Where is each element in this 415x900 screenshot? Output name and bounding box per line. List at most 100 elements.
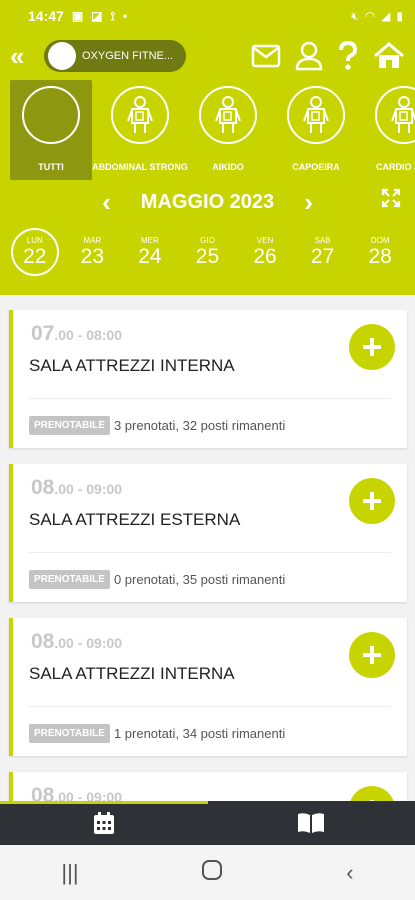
day-weekday: MER [141, 235, 159, 245]
session-card[interactable]: 08.00 - 09:00 SALA ATTREZZI INTERNA PREN… [9, 618, 407, 756]
category-label: ABDOMINAL STRONG [92, 162, 188, 172]
category-label: AIKIDO [212, 162, 244, 172]
photo-icon: ◪ [91, 9, 103, 23]
category-capoeira[interactable]: CAPOEIRA [272, 80, 360, 180]
day-weekday: LUN [26, 235, 43, 245]
home-circle-icon[interactable] [201, 859, 223, 887]
status-badge: PRENOTABILE [29, 570, 110, 589]
week-strip: LUN 22 MAR 23 MER 24 GIO 25 VEN 26 SAB 27 DOM 2… [0, 224, 415, 286]
session-title: SALA ATTREZZI ESTERNA [29, 510, 241, 529]
battery-icon: ▮ [396, 9, 403, 23]
day-weekday: GIO [200, 235, 215, 245]
day-22[interactable]: LUN 22 [10, 228, 59, 276]
plus-icon [363, 338, 381, 356]
session-card[interactable]: 08.00 - 09:00 [9, 772, 407, 801]
dot-icon: • [122, 9, 128, 23]
session-hour: 07 [31, 322, 55, 345]
status-badge: PRENOTABILE [29, 724, 110, 743]
plus-icon [363, 646, 381, 664]
trainer-icon [111, 86, 169, 144]
session-time: 08.00 - 09:00 [31, 476, 122, 500]
day-number: 27 [310, 244, 335, 268]
gym-selector[interactable]: OXYGEN FITNE... [44, 40, 186, 72]
day-24[interactable]: MER 24 [126, 228, 174, 276]
calendar-icon [93, 812, 114, 834]
add-booking-button[interactable] [349, 478, 395, 524]
divider [29, 398, 391, 399]
divider [29, 706, 391, 707]
day-number: 24 [138, 244, 162, 268]
session-card[interactable]: 08.00 - 09:00 SALA ATTREZZI ESTERNA PREN… [9, 464, 407, 602]
day-number: 23 [80, 244, 105, 268]
bottom-nav [0, 801, 415, 845]
tab-catalog[interactable] [208, 801, 415, 845]
day-26[interactable]: VEN 26 [241, 228, 289, 276]
session-hour: 08 [31, 630, 55, 653]
session-time: 08.00 - 09:00 [31, 784, 122, 801]
availability-text: 1 prenotati, 34 posti rimanenti [113, 726, 286, 741]
month-label: MAGGIO 2023 [140, 190, 275, 213]
day-23[interactable]: MAR 23 [68, 228, 116, 276]
day-number: 28 [368, 244, 392, 268]
home-icon[interactable] [373, 42, 405, 70]
expand-icon[interactable] [381, 188, 401, 213]
session-time-range: .00 - 09:00 [54, 789, 123, 801]
session-title: SALA ATTREZZI INTERNA [29, 356, 235, 375]
gym-toggle-knob [48, 42, 76, 70]
back-nav-icon[interactable]: ‹ [346, 860, 353, 886]
gym-name: OXYGEN FITNE... [82, 50, 174, 62]
category-label: CARDIO JOY [375, 162, 415, 172]
signal-icon: ◢ [381, 9, 391, 23]
day-28[interactable]: DOM 28 [356, 228, 404, 276]
day-number: 25 [195, 244, 220, 268]
category-tutti[interactable]: TUTTI [10, 80, 92, 180]
day-weekday: SAB [314, 235, 331, 245]
category-aikido[interactable]: AIKIDO [184, 80, 272, 180]
session-hour: 08 [31, 476, 55, 499]
system-nav: ||| ‹ [0, 845, 415, 900]
availability-text: 3 prenotati, 32 posti rimanenti [113, 418, 286, 433]
add-booking-button[interactable] [349, 786, 395, 801]
user-icon[interactable] [295, 41, 323, 71]
status-badge: PRENOTABILE [29, 416, 110, 435]
day-weekday: DOM [370, 235, 390, 245]
session-time-range: .00 - 09:00 [54, 635, 123, 651]
category-label: TUTTI [38, 162, 64, 172]
prev-month-icon[interactable]: ‹ [72, 187, 141, 218]
tab-calendar[interactable] [0, 801, 208, 845]
day-weekday: MAR [83, 235, 102, 245]
month-selector: ‹ MAGGIO 2023 › [0, 180, 415, 224]
trainer-icon [199, 86, 257, 144]
plus-icon [363, 492, 381, 510]
add-booking-button[interactable] [349, 324, 395, 370]
availability-text: 0 prenotati, 35 posti rimanenti [113, 572, 286, 587]
divider [29, 552, 391, 553]
day-25[interactable]: GIO 25 [183, 228, 231, 276]
session-time: 07.00 - 08:00 [31, 322, 122, 346]
mail-icon[interactable] [251, 44, 281, 68]
recents-icon[interactable]: ||| [61, 860, 78, 886]
status-bar: 14:47 ▣ ◪ ⟟ • 🔇︎ ◠ ◢ ▮ [0, 0, 415, 32]
day-weekday: VEN [256, 235, 274, 245]
category-carousel: TUTTI ABDOMINAL STRONG AIKIDO CAPOEIRA C… [0, 80, 415, 180]
next-month-icon[interactable]: › [274, 187, 343, 218]
status-time: 14:47 [28, 8, 64, 24]
top-bar: « OXYGEN FITNE... [0, 32, 415, 80]
mute-icon: 🔇︎ [351, 8, 359, 23]
session-hour: 08 [31, 784, 55, 801]
add-booking-button[interactable] [349, 632, 395, 678]
day-27[interactable]: SAB 27 [299, 228, 347, 276]
wifi-icon: ◠ [364, 9, 376, 23]
book-icon [298, 813, 325, 833]
session-card[interactable]: 07.00 - 08:00 SALA ATTREZZI INTERNA PREN… [9, 310, 407, 448]
category-empty-icon [22, 86, 80, 144]
back-icon[interactable]: « [10, 41, 40, 72]
category-label: CAPOEIRA [292, 162, 340, 172]
trainer-icon [287, 86, 345, 144]
help-icon[interactable] [337, 41, 359, 71]
category-abdominal-strong[interactable]: ABDOMINAL STRONG [92, 80, 188, 180]
gallery-icon: ▣ [71, 9, 84, 23]
session-list[interactable]: 07.00 - 08:00 SALA ATTREZZI INTERNA PREN… [0, 295, 415, 801]
category-cardio-joy[interactable]: CARDIO JOY [360, 80, 415, 180]
session-time: 08.00 - 09:00 [31, 630, 122, 654]
